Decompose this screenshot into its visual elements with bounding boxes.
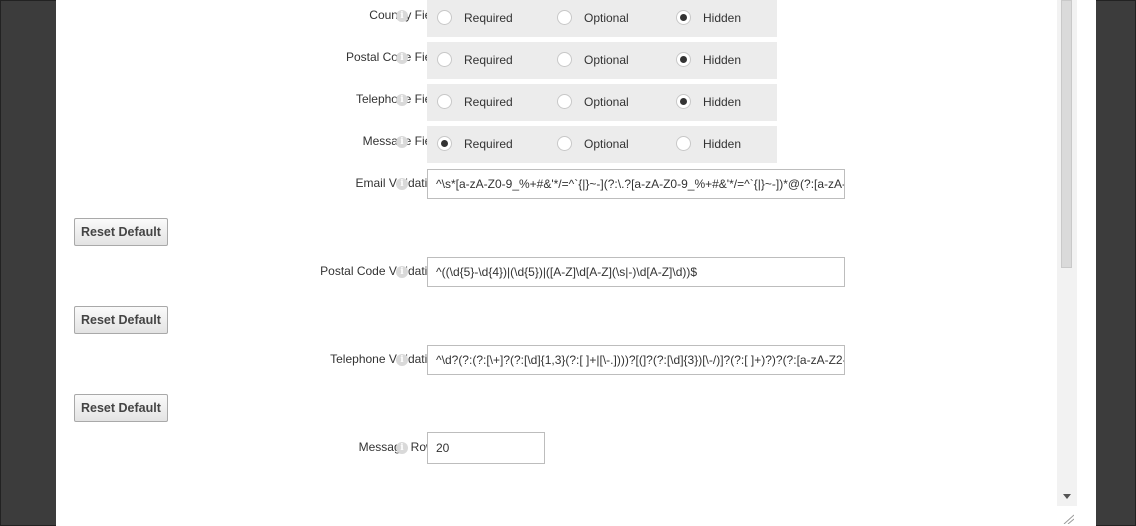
resize-grip-icon[interactable]	[1062, 514, 1074, 524]
info-icon[interactable]: i	[396, 136, 408, 148]
radio-label: Hidden	[703, 11, 742, 25]
country-field-radio-group: Required Optional Hidden	[427, 0, 777, 37]
radio-button-selected[interactable]	[676, 10, 691, 25]
info-icon[interactable]: i	[396, 178, 408, 190]
radio-label: Required	[464, 53, 513, 67]
radio-button[interactable]	[437, 52, 452, 67]
postal-code-reset-default-button[interactable]: Reset Default	[74, 306, 168, 334]
info-icon[interactable]: i	[396, 94, 408, 106]
radio-label: Hidden	[703, 53, 742, 67]
radio-label: Hidden	[703, 95, 742, 109]
radio-button[interactable]	[676, 136, 691, 151]
telephone-validation-input[interactable]: ^\d?(?:(?:[\+]?(?:[\d]{1,3}(?:[ ]+|[\-.]…	[427, 345, 845, 375]
message-rows-input[interactable]: 20	[427, 432, 545, 464]
radio-label: Optional	[584, 11, 629, 25]
radio-button-selected[interactable]	[437, 136, 452, 151]
radio-label: Hidden	[703, 137, 742, 151]
radio-label: Optional	[584, 53, 629, 67]
radio-button[interactable]	[557, 94, 572, 109]
info-icon[interactable]: i	[396, 354, 408, 366]
postal-code-validation-input[interactable]: ^((\d{5}-\d{4})|(\d{5})|([A-Z]\d[A-Z](\s…	[427, 257, 845, 287]
settings-panel: Country Field: i Required Optional Hidde…	[56, 0, 1096, 526]
scroll-down-arrow-icon[interactable]	[1063, 494, 1071, 499]
radio-button-selected[interactable]	[676, 52, 691, 67]
telephone-field-radio-group: Required Optional Hidden	[427, 84, 777, 121]
email-reset-default-button[interactable]: Reset Default	[74, 218, 168, 246]
scrollbar-thumb[interactable]	[1061, 0, 1072, 268]
email-validation-input[interactable]: ^\s*[a-zA-Z0-9_%+#&'*/=^`{|}~-](?:\.?[a-…	[427, 169, 845, 199]
postal-code-validation-label: Postal Code Validation:	[320, 264, 444, 278]
info-icon[interactable]: i	[396, 52, 408, 64]
info-icon[interactable]: i	[396, 10, 408, 22]
radio-button[interactable]	[557, 10, 572, 25]
radio-button[interactable]	[557, 136, 572, 151]
telephone-reset-default-button[interactable]: Reset Default	[74, 394, 168, 422]
postal-code-field-radio-group: Required Optional Hidden	[427, 42, 777, 79]
message-field-radio-group: Required Optional Hidden	[427, 126, 777, 163]
radio-label: Optional	[584, 137, 629, 151]
radio-button[interactable]	[557, 52, 572, 67]
radio-label: Required	[464, 95, 513, 109]
radio-button-selected[interactable]	[676, 94, 691, 109]
info-icon[interactable]: i	[396, 442, 408, 454]
radio-label: Required	[464, 137, 513, 151]
vertical-scrollbar[interactable]	[1057, 0, 1077, 506]
radio-button[interactable]	[437, 94, 452, 109]
radio-label: Required	[464, 11, 513, 25]
radio-button[interactable]	[437, 10, 452, 25]
radio-label: Optional	[584, 95, 629, 109]
info-icon[interactable]: i	[396, 266, 408, 278]
